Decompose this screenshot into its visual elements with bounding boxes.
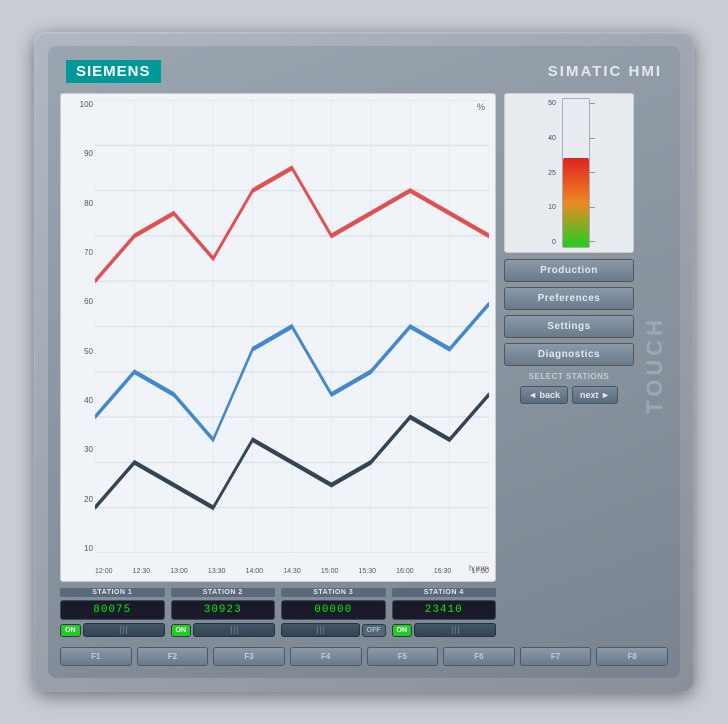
station-2-value: 30923	[171, 600, 276, 620]
preferences-button[interactable]: Preferences	[504, 287, 634, 310]
back-button[interactable]: ◄ back	[520, 386, 568, 404]
station-2: STATION 2 30923 ON	[171, 588, 276, 637]
station-3-slider[interactable]	[281, 623, 360, 637]
station-2-on-btn[interactable]: ON	[171, 624, 192, 637]
device-inner: SIEMENS SIMATIC HMI % 100 90 80 70 60	[48, 46, 680, 678]
gauge-area: 50 40 25 10 0	[504, 93, 634, 253]
station-4-on-btn[interactable]: ON	[392, 624, 413, 637]
station-4-value: 23410	[392, 600, 497, 620]
right-panel: 50 40 25 10 0	[504, 93, 634, 637]
station-1-toggle: ON	[60, 623, 165, 637]
station-3-label: STATION 3	[281, 588, 386, 597]
f6-key[interactable]: F6	[443, 647, 515, 666]
nav-buttons: ◄ back next ►	[520, 386, 618, 404]
f7-key[interactable]: F7	[520, 647, 592, 666]
station-4-slider[interactable]	[414, 623, 496, 637]
station-1: STATION 1 80075 ON	[60, 588, 165, 637]
diagnostics-button[interactable]: Diagnostics	[504, 343, 634, 366]
touch-label: TOUCH	[642, 316, 668, 414]
f5-key[interactable]: F5	[367, 647, 439, 666]
f1-key[interactable]: F1	[60, 647, 132, 666]
station-1-on-btn[interactable]: ON	[60, 624, 81, 637]
device-frame: SIEMENS SIMATIC HMI % 100 90 80 70 60	[34, 32, 694, 692]
station-4-toggle: ON	[392, 623, 497, 637]
time-label: h:mm	[469, 564, 489, 573]
station-4-label: STATION 4	[392, 588, 497, 597]
stations-area: STATION 1 80075 ON S	[60, 588, 496, 637]
select-stations: SELECT STATIONS ◄ back next ►	[504, 372, 634, 404]
chart-area: % 100 90 80 70 60 50 40 30 20 10	[60, 93, 496, 582]
top-bar: SIEMENS SIMATIC HMI	[60, 56, 668, 87]
menu-buttons: Production Preferences Settings Diagnost…	[504, 259, 634, 366]
left-panel: % 100 90 80 70 60 50 40 30 20 10	[60, 93, 496, 637]
station-1-label: STATION 1	[60, 588, 165, 597]
station-3-toggle: OFF	[281, 623, 386, 637]
f8-key[interactable]: F8	[596, 647, 668, 666]
chart-svg-container	[95, 100, 489, 553]
station-4: STATION 4 23410 ON	[392, 588, 497, 637]
station-3-value: 00000	[281, 600, 386, 620]
next-button[interactable]: next ►	[572, 386, 618, 404]
station-1-slider[interactable]	[83, 623, 165, 637]
simatic-label: SIMATIC HMI	[548, 63, 662, 80]
station-2-slider[interactable]	[193, 623, 275, 637]
station-1-value: 80075	[60, 600, 165, 620]
f4-key[interactable]: F4	[290, 647, 362, 666]
f2-key[interactable]: F2	[137, 647, 209, 666]
station-2-label: STATION 2	[171, 588, 276, 597]
station-3-off-btn[interactable]: OFF	[362, 624, 386, 637]
y-axis: 100 90 80 70 60 50 40 30 20 10	[67, 100, 95, 553]
settings-button[interactable]: Settings	[504, 315, 634, 338]
station-2-toggle: ON	[171, 623, 276, 637]
chart-svg	[95, 100, 489, 553]
production-button[interactable]: Production	[504, 259, 634, 282]
main-content: % 100 90 80 70 60 50 40 30 20 10	[60, 93, 668, 637]
station-3: STATION 3 00000 OFF	[281, 588, 386, 637]
select-stations-label: SELECT STATIONS	[529, 372, 610, 381]
f3-key[interactable]: F3	[213, 647, 285, 666]
function-keys: F1 F2 F3 F4 F5 F6 F7 F8	[60, 643, 668, 668]
siemens-logo: SIEMENS	[66, 60, 161, 83]
x-axis: 12:00 12:30 13:00 13:30 14:00 14:30 15:0…	[95, 553, 489, 575]
